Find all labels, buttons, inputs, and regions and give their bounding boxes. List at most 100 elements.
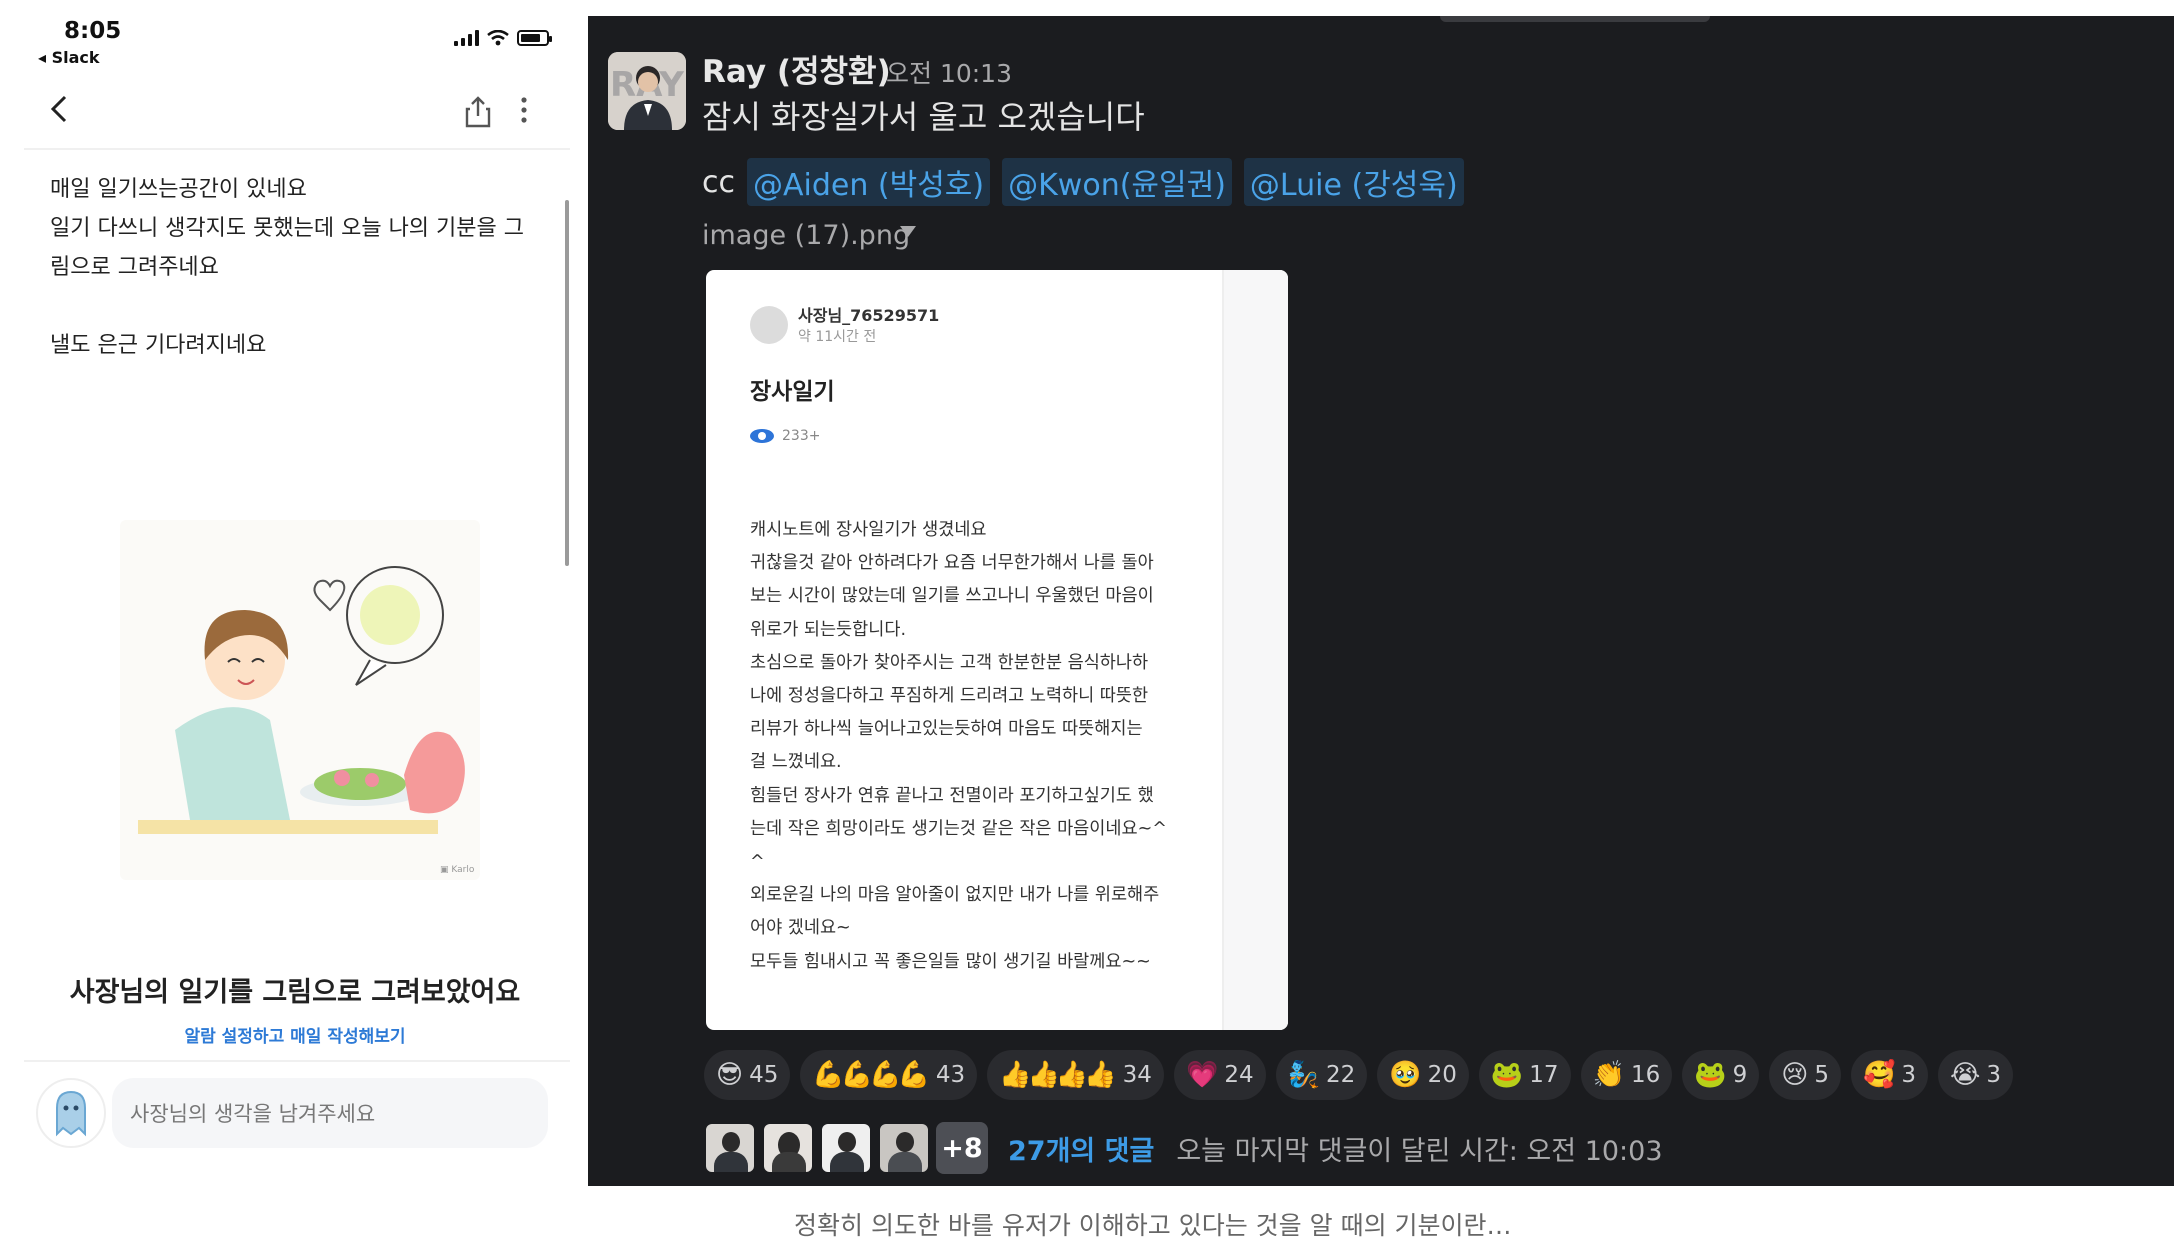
phone-screenshot: 8:05 ◂ Slack 매일 일기쓰는공간이 있네요 일기 다쓰니 생각지도 … — [0, 0, 590, 1190]
sunglasses-emoji-icon: 😎 — [716, 1060, 743, 1090]
header-divider — [24, 148, 570, 150]
card-body-line: 어야 겠네요~ — [750, 918, 851, 939]
footer-divider — [24, 1060, 570, 1062]
card-body-line: 초심으로 돌아가 찾아주시는 고객 한분한분 음식하나하 — [750, 652, 1149, 673]
card-body: 캐시노트에 장사일기가 생겼네요 귀찮을것 같아 안하려다가 요즘 너무한가해서… — [750, 514, 1210, 979]
card-body-line: 는데 작은 희망이라도 생기는것 같은 작은 마음이네요~^ — [750, 818, 1167, 839]
last-reply-time: 오늘 마지막 댓글이 달린 시간: 오전 10:03 — [1176, 1135, 1663, 1167]
reaction-count: 5 — [1814, 1062, 1829, 1088]
card-body-line: 보는 시간이 많았는데 일기를 쓰고나니 우울했던 마음이 — [750, 586, 1154, 607]
reply-count-link[interactable]: 27개의 댓글 — [1008, 1129, 1154, 1168]
comment-input[interactable]: 사장님의 생각을 남겨주세요 — [112, 1078, 548, 1148]
reaction-pepe[interactable]: 🐸 9 — [1682, 1050, 1760, 1100]
author-name[interactable]: Ray (정창환) — [702, 46, 891, 91]
card-views: 233+ — [750, 428, 820, 444]
status-icons — [454, 30, 552, 46]
card-view-count: 233+ — [782, 428, 821, 444]
card-body-line: 캐시노트에 장사일기가 생겼네요 — [750, 520, 987, 540]
teary-face-emoji-icon: 🥹 — [1389, 1060, 1421, 1090]
thumbs-up-emoji-icon: 👍👍👍👍 — [999, 1060, 1116, 1090]
diary-line: 일기 다쓰니 생각지도 못했는데 오늘 나의 기분을 그 — [50, 216, 524, 241]
reaction-count: 17 — [1529, 1062, 1559, 1088]
reaction-count: 43 — [935, 1062, 966, 1088]
reaction-genie[interactable]: 🧞 22 — [1275, 1050, 1368, 1100]
reaction-count: 16 — [1630, 1062, 1661, 1088]
loudly-crying-emoji-icon: 😭 — [1950, 1060, 1980, 1090]
battery-icon — [517, 30, 552, 46]
cc-label: cc — [702, 164, 735, 200]
reaction-loudly-crying[interactable]: 😭 3 — [1938, 1050, 2014, 1100]
cc-line: cc @Aiden (박성호) @Kwon(윤일권) @Luie (강성욱) — [702, 158, 1464, 206]
card-body-line: 나에 정성을다하고 푸짐하게 드리려고 노력하니 따뜻한 — [750, 686, 1149, 707]
diary-line: 매일 일기쓰는공간이 있네요 — [50, 177, 307, 202]
reaction-count: 20 — [1427, 1062, 1457, 1088]
mention-aiden[interactable]: @Aiden (박성호) — [747, 158, 991, 206]
reaction-flexed-biceps[interactable]: 💪💪💪💪 43 — [800, 1050, 978, 1100]
reaction-sunglasses[interactable]: 😎 45 — [704, 1050, 791, 1100]
reaction-heart[interactable]: 💗 24 — [1173, 1050, 1266, 1100]
frog-emoji-icon: 🐸 — [1490, 1060, 1523, 1090]
reply-avatar — [878, 1122, 930, 1174]
scrollbar[interactable] — [565, 200, 569, 566]
reaction-count: 34 — [1122, 1062, 1152, 1088]
mention-luie[interactable]: @Luie (강성욱) — [1243, 158, 1464, 206]
diary-illustration: ▣ Karlo — [120, 520, 480, 880]
card-avatar — [750, 306, 788, 344]
reaction-count: 24 — [1224, 1062, 1254, 1088]
card-body-line: 걸 느꼈네요. — [750, 752, 842, 773]
reaction-smiling-hearts[interactable]: 🥰 3 — [1851, 1050, 1929, 1100]
crying-face-emoji-icon: 😢 — [1781, 1060, 1808, 1090]
reaction-crying-face[interactable]: 😢 5 — [1769, 1050, 1841, 1100]
author-avatar[interactable]: RAY — [608, 52, 686, 130]
slack-message-panel: RAY Ray (정창환) 오전 10:13 잠시 화장실가서 울고 오겠습니다… — [588, 16, 2174, 1186]
card-body-line: 리뷰가 하나씩 늘어나고있는듯하여 마음도 따뜻해지는 — [750, 719, 1143, 740]
attachment-filename[interactable]: image (17).png — [702, 220, 910, 251]
attached-image[interactable]: 사장님_76529571 약 11시간 전 장사일기 233+ 캐시노트에 장사… — [706, 270, 1288, 1030]
attachment-caret-icon[interactable] — [900, 226, 916, 237]
reaction-count: 45 — [749, 1062, 779, 1088]
reply-avatar — [762, 1122, 814, 1174]
message-time[interactable]: 오전 10:13 — [886, 54, 1012, 90]
card-body-line: ^ — [750, 852, 765, 873]
svg-text:▣ Karlo: ▣ Karlo — [440, 865, 475, 875]
signal-icon — [454, 30, 479, 46]
heart-emoji-icon: 💗 — [1185, 1060, 1218, 1090]
back-to-slack-link[interactable]: ◂ Slack — [38, 48, 100, 67]
ghost-avatar-icon — [36, 1078, 106, 1148]
reaction-clap[interactable]: 👏 16 — [1580, 1050, 1673, 1100]
clap-emoji-icon: 👏 — [1592, 1060, 1625, 1090]
reply-avatar — [704, 1122, 756, 1174]
diary-line — [50, 287, 560, 326]
card-username: 사장님_76529571 — [798, 306, 940, 325]
more-repliers-badge[interactable]: +8 — [936, 1122, 988, 1174]
card-body-line: 힘들던 장사가 연휴 끝나고 전멸이라 포기하고싶기도 했 — [750, 785, 1154, 806]
card-body-line: 모두들 힘내시고 꼭 좋은일들 많이 생기길 바랄께요~~ — [750, 951, 1151, 972]
caption-title: 사장님의 일기를 그림으로 그려보았어요 — [69, 977, 521, 1008]
more-options-icon[interactable] — [520, 96, 528, 124]
share-icon[interactable] — [464, 96, 492, 132]
reaction-count: 9 — [1732, 1062, 1748, 1088]
diary-line: 림으로 그려주네요 — [50, 255, 219, 280]
bottom-caption: 정확히 의도한 바를 유저가 이해하고 있다는 것을 알 때의 기분이란… — [794, 1211, 1512, 1240]
reaction-frog[interactable]: 🐸 17 — [1478, 1050, 1571, 1100]
genie-emoji-icon: 🧞 — [1287, 1060, 1320, 1090]
diary-text: 매일 일기쓰는공간이 있네요 일기 다쓰니 생각지도 못했는데 오늘 나의 기분… — [50, 170, 560, 365]
card-body-line: 귀찮을것 같아 안하려다가 요즘 너무한가해서 나를 돌아 — [750, 553, 1154, 574]
flexed-biceps-emoji-icon: 💪💪💪💪 — [812, 1060, 929, 1090]
reaction-teary-face[interactable]: 🥹 20 — [1377, 1050, 1469, 1100]
reaction-count: 3 — [1901, 1062, 1917, 1088]
smiling-hearts-emoji-icon: 🥰 — [1863, 1060, 1895, 1090]
mention-kwon[interactable]: @Kwon(윤일권) — [1002, 158, 1232, 206]
reply-avatar — [820, 1122, 872, 1174]
wifi-icon — [487, 30, 509, 46]
reaction-bar: 😎 45 💪💪💪💪 43 👍👍👍👍 34 💗 24 🧞 22 🥹 20 🐸 17 👏 16 🐸 9… — [704, 1050, 2014, 1100]
card-time-ago: 약 11시간 전 — [798, 329, 877, 345]
alarm-setting-link[interactable]: 알람 설정하고 매일 작성해보기 — [0, 1022, 590, 1047]
reaction-thumbs-up[interactable]: 👍👍👍👍 34 — [987, 1050, 1164, 1100]
message-text: 잠시 화장실가서 울고 오겠습니다 — [702, 98, 1145, 136]
thread-summary[interactable]: +8 27개의 댓글 오늘 마지막 댓글이 달린 시간: 오전 10:03 — [704, 1122, 1663, 1174]
card-body-line: 위로가 되는듯합니다. — [750, 619, 907, 640]
image-side-strip — [1222, 270, 1288, 1030]
reaction-count: 22 — [1325, 1062, 1356, 1088]
back-chevron-icon[interactable] — [48, 92, 70, 133]
